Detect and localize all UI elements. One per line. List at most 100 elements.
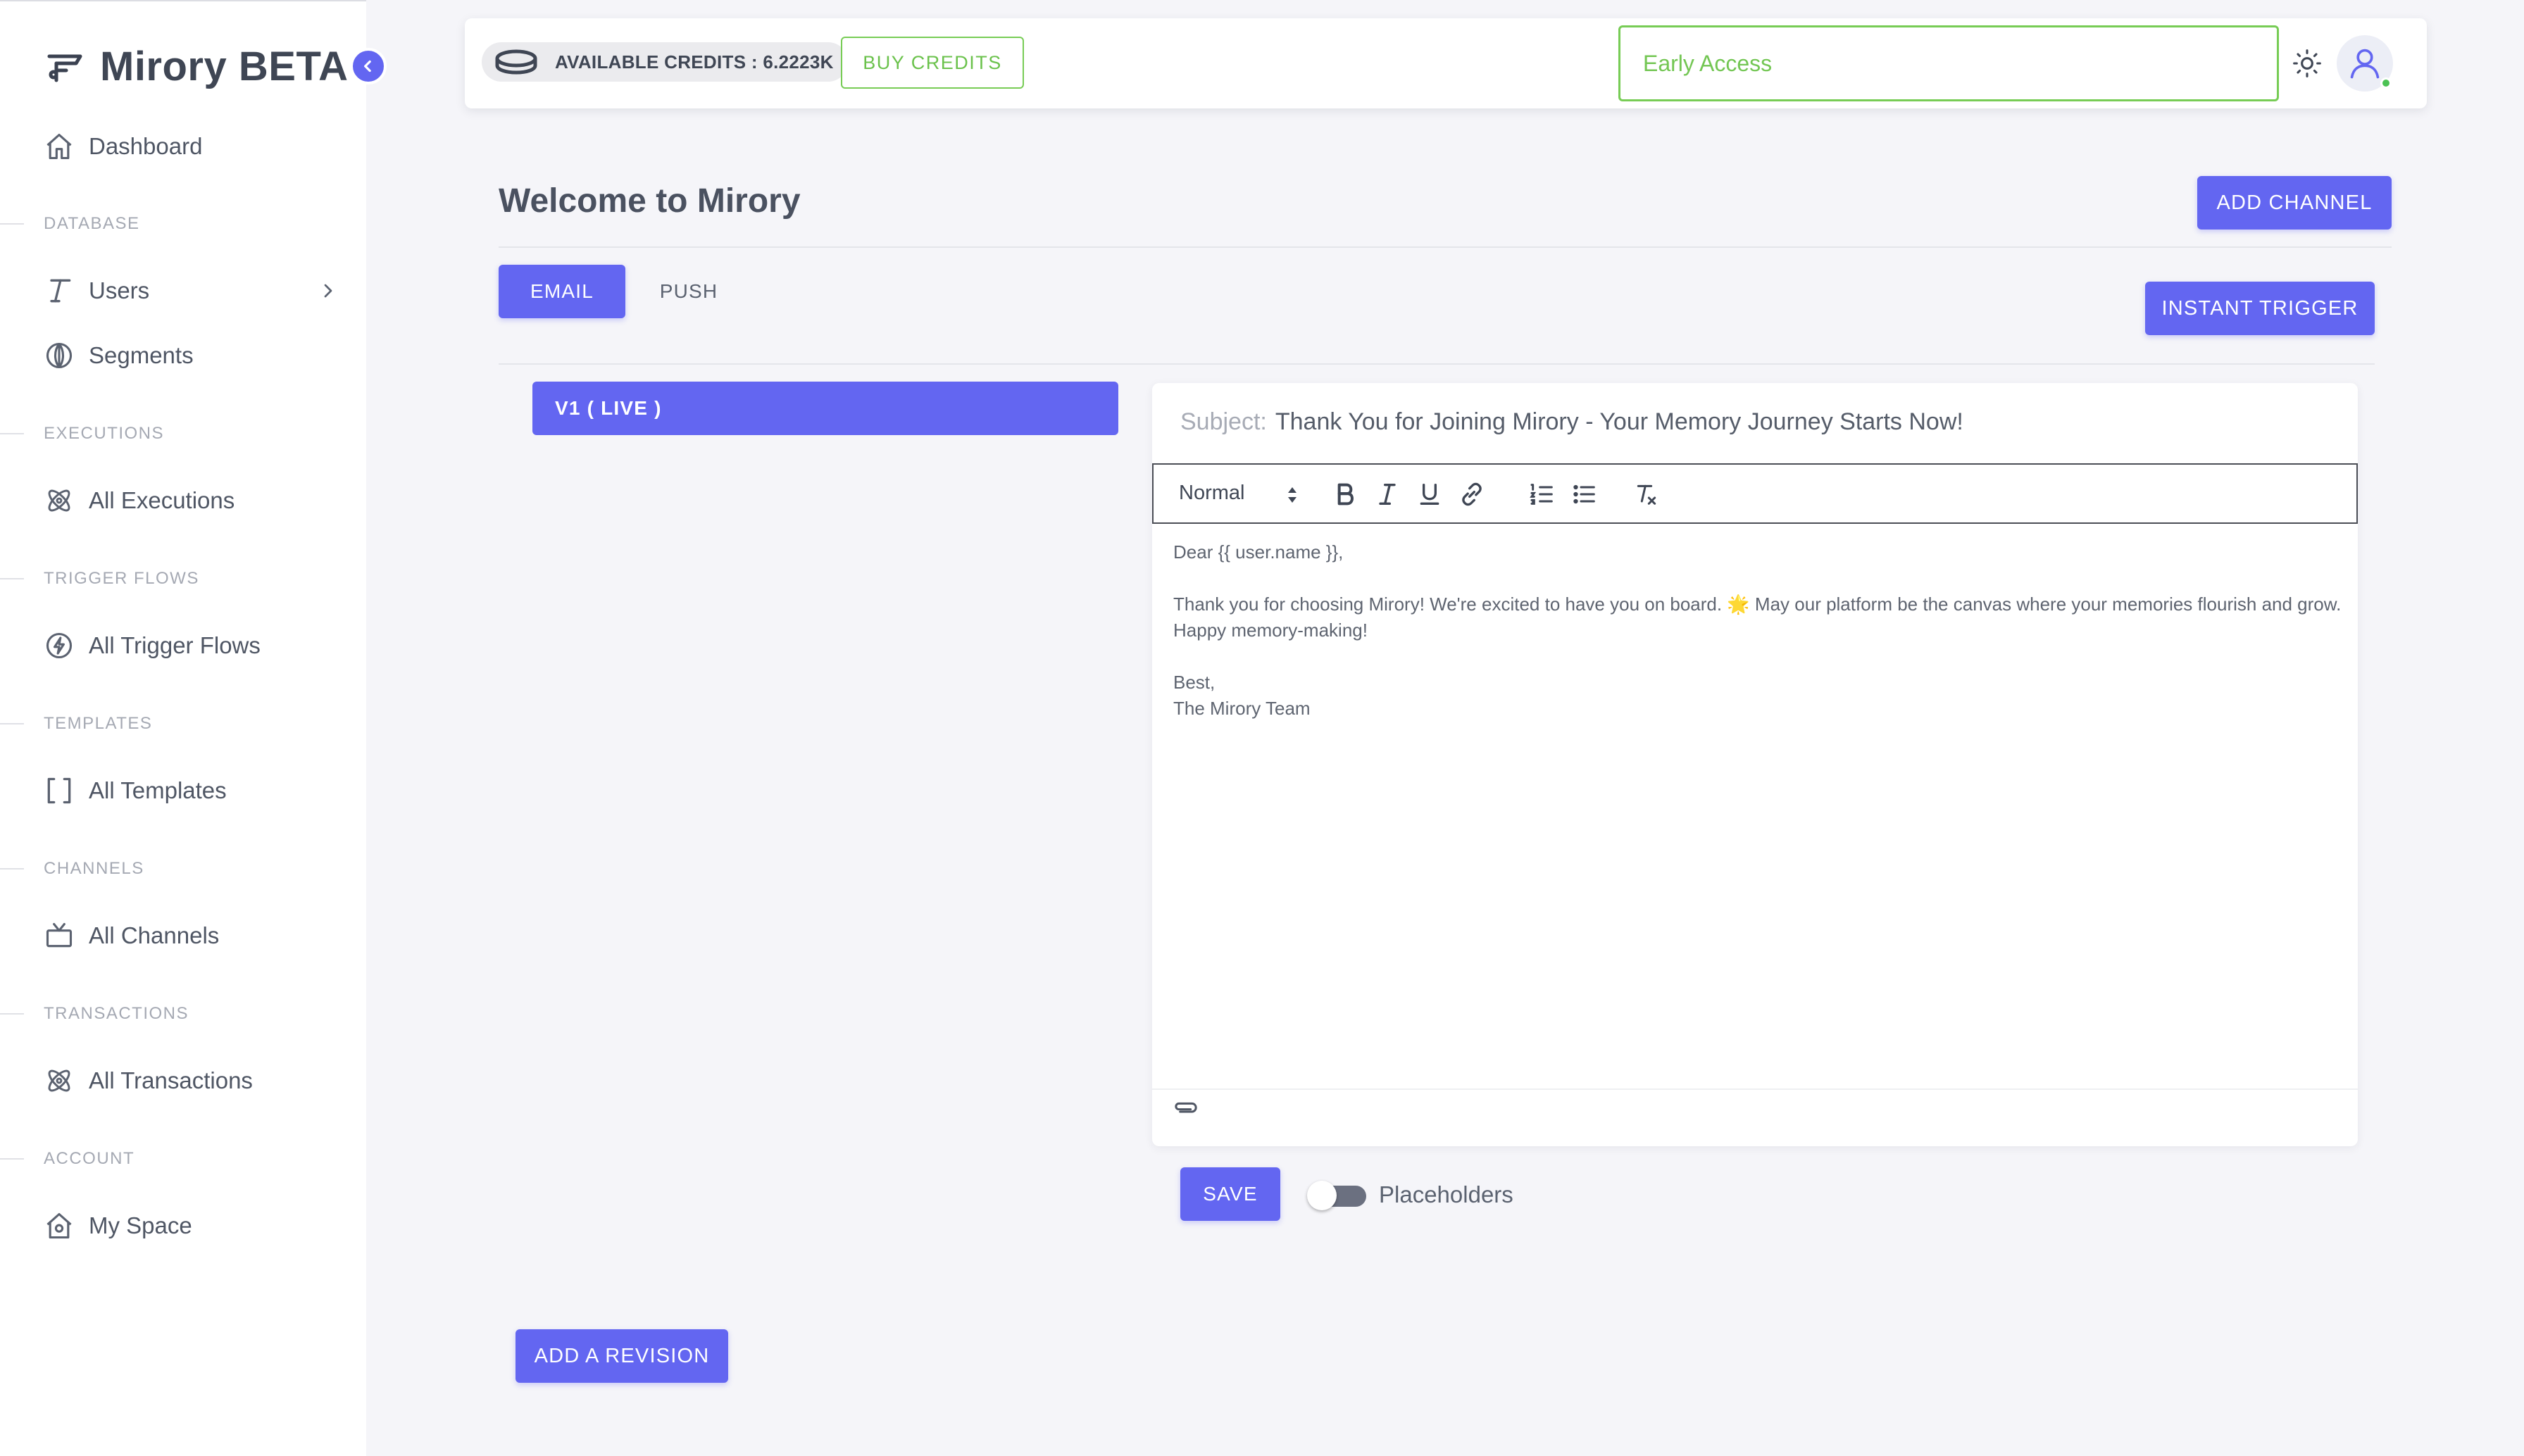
section-database: DATABASE <box>0 213 139 234</box>
chevron-left-icon <box>359 57 377 75</box>
online-status-indicator <box>2380 77 2392 89</box>
save-button[interactable]: SAVE <box>1180 1167 1280 1221</box>
email-body-editor[interactable]: Dear {{ user.name }}, Thank you for choo… <box>1173 539 2342 722</box>
coin-icon <box>493 48 539 76</box>
section-label: TRIGGER FLOWS <box>44 569 199 588</box>
version-item-v1[interactable]: V1 ( LIVE ) <box>532 382 1118 435</box>
divider <box>0 223 24 225</box>
sidebar-item-label: All Channels <box>89 922 220 948</box>
bolt-circle-icon <box>44 630 75 661</box>
subject-input[interactable]: Thank You for Joining Mirory - Your Memo… <box>1275 408 1963 436</box>
sidebar-item-label: All Templates <box>89 777 227 803</box>
email-paragraph: Happy memory-making! <box>1173 620 1368 641</box>
avatar[interactable] <box>2337 35 2393 92</box>
credits-label: AVAILABLE CREDITS : 6.2223K <box>555 51 834 73</box>
section-label: EXECUTIONS <box>44 424 165 443</box>
section-transactions: TRANSACTIONS <box>0 1003 189 1024</box>
tab-push[interactable]: PUSH <box>637 265 741 318</box>
toggle-knob <box>1307 1181 1337 1210</box>
section-label: CHANNELS <box>44 859 144 878</box>
placeholders-label: Placeholders <box>1379 1181 1513 1207</box>
divider <box>0 1013 24 1015</box>
instant-trigger-button[interactable]: INSTANT TRIGGER <box>2145 282 2375 335</box>
section-account: ACCOUNT <box>0 1148 135 1169</box>
divider <box>0 868 24 870</box>
atom-icon <box>44 485 75 516</box>
bullet-list-icon[interactable] <box>1570 480 1599 508</box>
ordered-list-icon[interactable] <box>1528 480 1556 508</box>
add-revision-button[interactable]: ADD A REVISION <box>516 1329 728 1383</box>
link-icon[interactable] <box>1458 480 1486 508</box>
topbar: AVAILABLE CREDITS : 6.2223K BUY CREDITS <box>465 18 2427 108</box>
divider <box>499 246 2392 248</box>
type-icon <box>44 275 75 306</box>
house-icon <box>44 1210 75 1241</box>
email-greeting: Dear {{ user.name }}, <box>1173 541 1344 563</box>
sidebar-item-dashboard[interactable]: Dashboard <box>44 125 339 168</box>
sidebar-item-all-trigger-flows[interactable]: All Trigger Flows <box>44 625 339 667</box>
sun-icon[interactable] <box>2292 48 2323 79</box>
sidebar-item-label: All Trigger Flows <box>89 632 261 658</box>
divider <box>0 723 24 724</box>
section-templates: TEMPLATES <box>0 713 152 734</box>
section-channels: CHANNELS <box>0 858 144 879</box>
underline-icon[interactable] <box>1416 480 1444 508</box>
divider <box>0 433 24 434</box>
placeholders-toggle[interactable] <box>1307 1181 1366 1210</box>
sidebar-item-all-channels[interactable]: All Channels <box>44 915 339 957</box>
divider <box>0 578 24 579</box>
divider <box>1152 1088 2358 1090</box>
sidebar-item-all-templates[interactable]: All Templates <box>44 770 339 812</box>
sidebar-item-label: Users <box>89 277 150 303</box>
sidebar-item-label: My Space <box>89 1212 192 1238</box>
early-access-input[interactable] <box>1618 25 2279 101</box>
paperclip-icon[interactable] <box>1172 1094 1200 1122</box>
email-editor: Subject: Thank You for Joining Mirory - … <box>1152 383 2358 1146</box>
user-icon <box>2347 45 2383 82</box>
subject-row[interactable]: Subject: Thank You for Joining Mirory - … <box>1180 408 1963 436</box>
credits-badge: AVAILABLE CREDITS : 6.2223K <box>482 42 848 82</box>
sidebar: Mirory BETA Dashboard DATABASE Users Seg… <box>0 0 387 1456</box>
tab-email[interactable]: EMAIL <box>499 265 625 318</box>
section-executions: EXECUTIONS <box>0 423 164 444</box>
email-signoff: Best, <box>1173 672 1216 693</box>
subject-label: Subject: <box>1180 408 1267 435</box>
italic-icon[interactable] <box>1373 480 1401 508</box>
section-trigger-flows: TRIGGER FLOWS <box>0 568 199 589</box>
select-arrows-icon <box>1285 484 1300 506</box>
email-signature: The Mirory Team <box>1173 698 1311 719</box>
atom-icon <box>44 1065 75 1096</box>
divider <box>0 1158 24 1160</box>
section-label: DATABASE <box>44 214 140 233</box>
section-label: ACCOUNT <box>44 1149 135 1168</box>
home-icon <box>44 131 75 162</box>
brand[interactable]: Mirory BETA <box>45 38 348 94</box>
clear-format-icon[interactable] <box>1632 480 1661 508</box>
sidebar-item-label: Dashboard <box>89 133 203 159</box>
sidebar-item-label: Segments <box>89 342 194 368</box>
section-label: TEMPLATES <box>44 714 153 733</box>
sidebar-item-my-space[interactable]: My Space <box>44 1205 339 1247</box>
format-select[interactable]: Normal <box>1179 482 1244 505</box>
sidebar-item-all-executions[interactable]: All Executions <box>44 479 339 522</box>
page-title: Welcome to Mirory <box>499 182 801 220</box>
chevron-right-icon <box>317 280 339 302</box>
sidebar-item-label: All Transactions <box>89 1067 253 1093</box>
add-channel-button[interactable]: ADD CHANNEL <box>2197 176 2392 230</box>
globe-icon <box>44 340 75 371</box>
sidebar-item-users[interactable]: Users <box>44 270 339 312</box>
section-label: TRANSACTIONS <box>44 1004 189 1023</box>
logo-icon <box>45 46 85 86</box>
app-name: Mirory BETA <box>100 43 349 89</box>
bold-icon[interactable] <box>1331 480 1359 508</box>
sidebar-item-segments[interactable]: Segments <box>44 334 339 377</box>
brackets-icon <box>44 775 75 806</box>
collapse-sidebar-button[interactable] <box>350 48 387 84</box>
buy-credits-button[interactable]: BUY CREDITS <box>841 37 1024 89</box>
email-paragraph: Thank you for choosing Mirory! We're exc… <box>1173 594 2342 615</box>
editor-toolbar: Normal <box>1152 463 2358 524</box>
sidebar-item-label: All Executions <box>89 487 235 513</box>
sidebar-item-all-transactions[interactable]: All Transactions <box>44 1060 339 1102</box>
tv-icon <box>44 920 75 951</box>
